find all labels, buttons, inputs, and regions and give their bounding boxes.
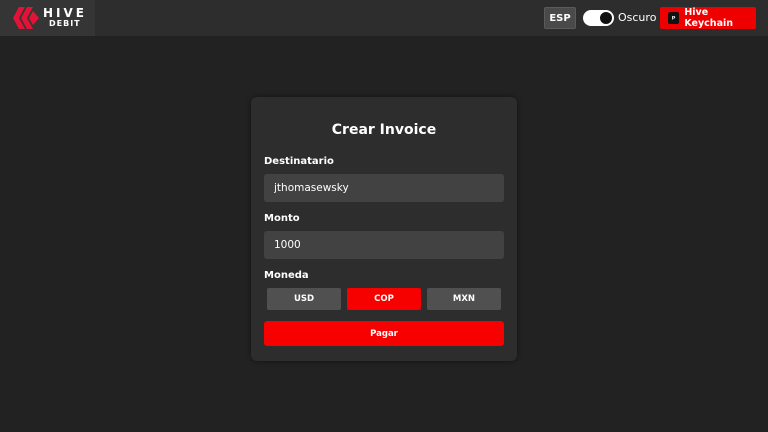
theme-toggle[interactable]: [583, 10, 614, 26]
amount-label: Monto: [264, 213, 300, 224]
currency-label: Moneda: [264, 270, 309, 281]
theme-toggle-label: Oscuro: [618, 11, 657, 24]
logo-text: HIVE DEBIT: [43, 7, 87, 28]
pay-button[interactable]: Pagar: [264, 321, 504, 346]
keychain-icon: ᵖ: [668, 12, 680, 24]
recipient-input[interactable]: [264, 174, 504, 202]
toggle-knob: [600, 12, 612, 24]
recipient-label: Destinatario: [264, 156, 334, 167]
card-title: Crear Invoice: [331, 122, 437, 138]
logo[interactable]: HIVE DEBIT: [0, 0, 95, 36]
top-bar: HIVE DEBIT ESP Oscuro ᵖ Hive Keychain: [0, 0, 768, 36]
currency-mxn-button[interactable]: MXN: [427, 288, 501, 310]
currency-usd-button[interactable]: USD: [267, 288, 341, 310]
hive-logo-icon: [13, 7, 39, 29]
hive-keychain-label: Hive Keychain: [684, 7, 733, 29]
logo-sub: DEBIT: [49, 19, 81, 28]
language-button[interactable]: ESP: [544, 7, 576, 29]
currency-cop-button[interactable]: COP: [347, 288, 421, 310]
hive-keychain-button[interactable]: ᵖ Hive Keychain: [660, 7, 756, 29]
amount-input[interactable]: [264, 231, 504, 259]
logo-word: HIVE: [43, 6, 87, 20]
invoice-card: Crear Invoice Destinatario Monto Moneda …: [251, 97, 517, 361]
